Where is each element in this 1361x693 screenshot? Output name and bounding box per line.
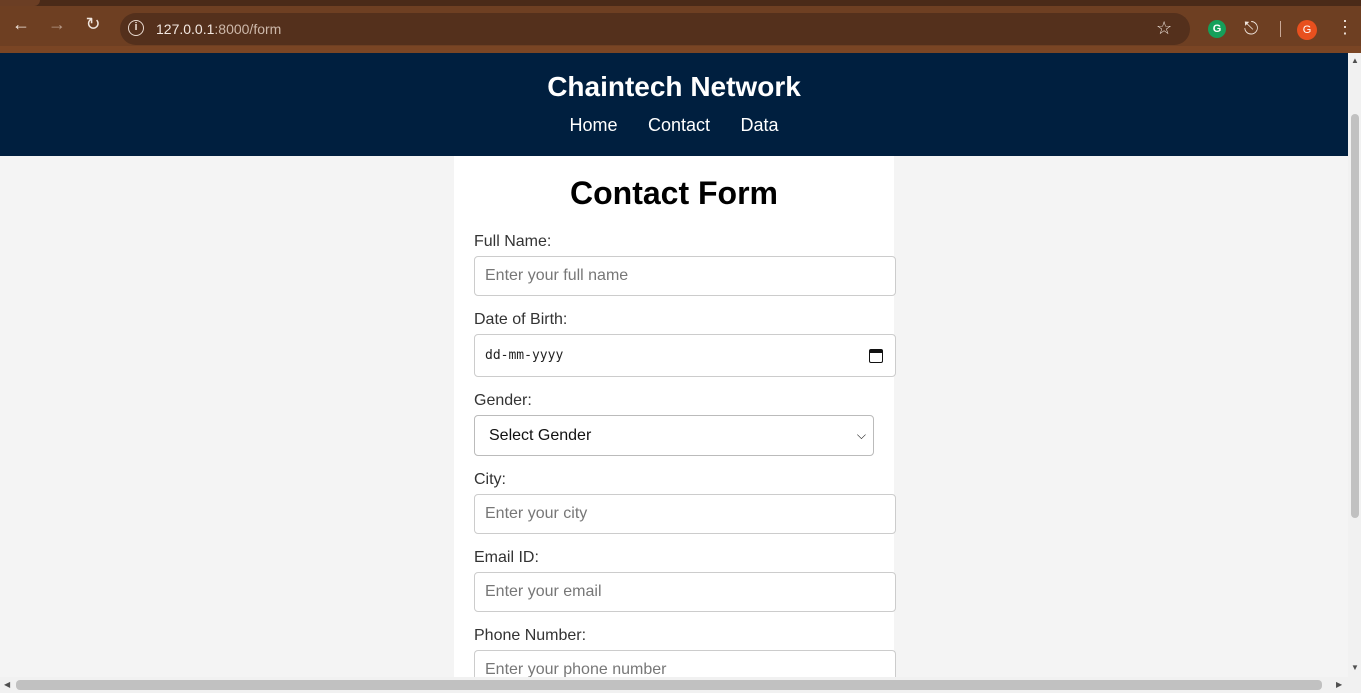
- scroll-left-icon[interactable]: ◀: [4, 680, 10, 689]
- gender-selected-value: Select Gender: [489, 427, 592, 444]
- url-path: :8000/form: [214, 21, 282, 37]
- phone-label: Phone Number:: [474, 627, 587, 644]
- full-name-input[interactable]: Enter your full name: [474, 256, 896, 296]
- star-icon[interactable]: ☆: [1156, 17, 1172, 39]
- toolbar-separator: [1280, 21, 1281, 37]
- back-arrow-icon[interactable]: ←: [8, 13, 34, 35]
- grammarly-icon[interactable]: G: [1208, 20, 1226, 38]
- reload-icon[interactable]: ↻: [80, 13, 106, 35]
- email-label: Email ID:: [474, 549, 539, 566]
- dob-label: Date of Birth:: [474, 311, 568, 328]
- url-text[interactable]: 127.0.0.1:8000/form: [156, 21, 281, 37]
- vertical-scroll-thumb[interactable]: [1351, 114, 1359, 518]
- main-nav: Home Contact Data: [0, 115, 1348, 136]
- page-title: Contact Form: [570, 175, 778, 211]
- site-header: [0, 53, 1348, 156]
- gender-select[interactable]: Select Gender ⌵: [474, 415, 874, 456]
- calendar-icon[interactable]: [869, 349, 883, 363]
- scroll-right-icon[interactable]: ▶: [1336, 680, 1342, 689]
- puzzle-icon[interactable]: ⎋: [1244, 17, 1258, 39]
- phone-input[interactable]: Enter your phone number: [474, 650, 896, 677]
- site-title: Chaintech Network: [547, 71, 801, 102]
- toolbar-bottom-edge: [0, 46, 1361, 53]
- url-host: 127.0.0.1: [156, 21, 215, 37]
- info-icon[interactable]: i: [128, 20, 144, 36]
- nav-contact[interactable]: Contact: [648, 115, 710, 135]
- email-input[interactable]: Enter your email: [474, 572, 896, 612]
- scroll-up-icon[interactable]: ▲: [1350, 56, 1360, 65]
- full-name-label: Full Name:: [474, 233, 552, 250]
- nav-data[interactable]: Data: [740, 115, 778, 135]
- scroll-down-icon[interactable]: ▼: [1350, 663, 1360, 672]
- dob-placeholder: dd-mm-yyyy: [485, 348, 564, 363]
- avatar[interactable]: G: [1297, 20, 1317, 40]
- city-input[interactable]: Enter your city: [474, 494, 896, 534]
- chevron-down-icon: ⌵: [856, 428, 866, 442]
- nav-home[interactable]: Home: [570, 115, 618, 135]
- horizontal-scroll-thumb[interactable]: [16, 680, 1322, 690]
- gender-label: Gender:: [474, 392, 532, 409]
- city-label: City:: [474, 471, 506, 488]
- dob-input[interactable]: dd-mm-yyyy: [474, 334, 896, 377]
- forward-arrow-icon[interactable]: →: [44, 13, 70, 35]
- menu-dots-icon[interactable]: ⋮: [1336, 16, 1354, 38]
